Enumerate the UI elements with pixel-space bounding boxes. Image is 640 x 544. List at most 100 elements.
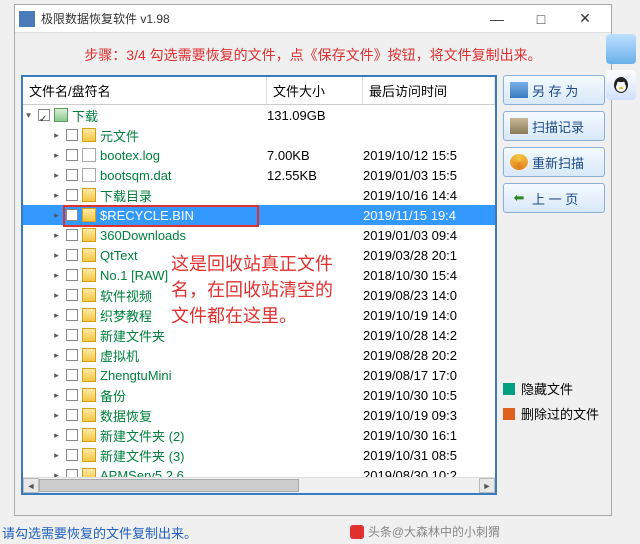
expand-icon[interactable]: ▸ (51, 330, 62, 341)
checkbox[interactable] (66, 329, 78, 341)
scroll-right-arrow[interactable]: ► (479, 478, 495, 493)
row-name: $RECYCLE.BIN (100, 208, 194, 223)
row-date: 2019/08/30 10:2 (363, 468, 495, 478)
tree-root-row[interactable]: ▾ 下载 131.09GB (23, 105, 495, 125)
expand-icon[interactable]: ▸ (51, 130, 62, 141)
tree-row[interactable]: ▸新建文件夹2019/10/28 14:2 (23, 325, 495, 345)
checkbox[interactable] (66, 149, 78, 161)
folder-icon (82, 268, 96, 282)
tree-row[interactable]: ▸软件视频2019/08/23 14:0 (23, 285, 495, 305)
checkbox[interactable] (66, 389, 78, 401)
row-size: 7.00KB (267, 148, 363, 163)
expand-icon[interactable]: ▸ (51, 430, 62, 441)
tree-row[interactable]: ▸下载目录2019/10/16 14:4 (23, 185, 495, 205)
row-name: APMServ5.2.6 (100, 468, 184, 478)
tree-row[interactable]: ▸bootsqm.dat12.55KB2019/01/03 15:5 (23, 165, 495, 185)
scroll-left-arrow[interactable]: ◄ (23, 478, 39, 493)
expand-icon[interactable]: ▸ (51, 290, 62, 301)
save-as-button[interactable]: 另 存 为 (503, 75, 605, 105)
tree-row[interactable]: ▸新建文件夹 (2)2019/10/30 16:1 (23, 425, 495, 445)
expand-icon[interactable]: ▸ (51, 170, 62, 181)
file-tree-panel: 文件名/盘符名 文件大小 最后访问时间 ▾ 下载 131.09GB (21, 75, 497, 495)
row-name: QtText (100, 248, 138, 263)
prev-page-button[interactable]: ⬅ 上 一 页 (503, 183, 605, 213)
tree-row[interactable]: ▸备份2019/10/30 10:5 (23, 385, 495, 405)
checkbox[interactable] (66, 269, 78, 281)
expand-icon[interactable]: ▸ (51, 450, 62, 461)
expand-icon[interactable]: ▸ (51, 410, 62, 421)
row-name: 数据恢复 (100, 406, 152, 425)
tree-row[interactable]: ▸ APMServ5.2.6 2019/08/30 10:2 (23, 465, 495, 477)
tree-row[interactable]: ▸ 新建文件夹 (3) 2019/10/31 08:5 (23, 445, 495, 465)
expand-icon[interactable]: ▸ (51, 190, 62, 201)
expand-icon[interactable]: ▸ (51, 390, 62, 401)
scan-log-button[interactable]: 扫描记录 (503, 111, 605, 141)
checkbox[interactable] (66, 369, 78, 381)
checkbox[interactable] (66, 189, 78, 201)
checkbox[interactable] (38, 109, 50, 121)
expand-icon[interactable]: ▸ (51, 150, 62, 161)
checkbox[interactable] (66, 429, 78, 441)
expand-icon[interactable]: ▸ (51, 250, 62, 261)
tree-row[interactable]: ▸数据恢复2019/10/19 09:3 (23, 405, 495, 425)
prev-page-label: 上 一 页 (532, 189, 578, 208)
col-size[interactable]: 文件大小 (267, 77, 363, 104)
maximize-button[interactable]: □ (519, 6, 563, 32)
root-size: 131.09GB (267, 108, 363, 123)
checkbox[interactable] (66, 309, 78, 321)
collapse-icon[interactable]: ▾ (23, 110, 34, 121)
folder-icon (82, 468, 96, 477)
file-icon (82, 148, 96, 162)
checkbox[interactable] (66, 469, 78, 477)
checkbox[interactable] (66, 209, 78, 221)
minimize-button[interactable]: — (475, 6, 519, 32)
float-qq-icon[interactable] (606, 70, 636, 100)
expand-icon[interactable]: ▸ (51, 230, 62, 241)
row-date: 2019/10/31 08:5 (363, 448, 495, 463)
tree-row[interactable]: ▸织梦教程2019/10/19 14:0 (23, 305, 495, 325)
titlebar: 极限数据恢复软件 v1.98 — □ ✕ (15, 5, 611, 33)
scan-log-label: 扫描记录 (532, 117, 584, 136)
row-date: 2019/08/28 20:2 (363, 348, 495, 363)
col-name[interactable]: 文件名/盘符名 (23, 77, 267, 104)
tree-row[interactable]: ▸ZhengtuMini2019/08/17 17:0 (23, 365, 495, 385)
checkbox[interactable] (66, 129, 78, 141)
tree-row[interactable]: ▸bootex.log7.00KB2019/10/12 15:5 (23, 145, 495, 165)
tree-row[interactable]: ▸360Downloads2019/01/03 09:4 (23, 225, 495, 245)
tree-row[interactable]: ▸元文件 (23, 125, 495, 145)
tree-row[interactable]: ▸QtText2019/03/28 20:1 (23, 245, 495, 265)
rescan-button[interactable]: 重新扫描 (503, 147, 605, 177)
checkbox[interactable] (66, 169, 78, 181)
instruction-text: 步骤：3/4 勾选需要恢复的文件，点《保存文件》按钮，将文件复制出来。 (21, 39, 605, 75)
expand-icon[interactable]: ▸ (51, 270, 62, 281)
tree-row[interactable]: ▸No.1 [RAW]2018/10/30 15:4 (23, 265, 495, 285)
checkbox[interactable] (66, 249, 78, 261)
checkbox[interactable] (66, 409, 78, 421)
horizontal-scrollbar[interactable]: ◄ ► (23, 477, 495, 493)
folder-icon (82, 308, 96, 322)
col-date[interactable]: 最后访问时间 (363, 77, 495, 104)
expand-icon[interactable]: ▸ (51, 370, 62, 381)
app-window: 极限数据恢复软件 v1.98 — □ ✕ 步骤：3/4 勾选需要恢复的文件，点《… (14, 4, 612, 516)
row-date: 2019/08/23 14:0 (363, 288, 495, 303)
checkbox[interactable] (66, 289, 78, 301)
row-name: 新建文件夹 (3) (100, 446, 185, 465)
expand-icon[interactable]: ▸ (51, 310, 62, 321)
checkbox[interactable] (66, 449, 78, 461)
file-icon (82, 168, 96, 182)
row-date: 2019/10/19 14:0 (363, 308, 495, 323)
expand-icon[interactable]: ▸ (51, 210, 62, 221)
folder-icon (82, 248, 96, 262)
checkbox[interactable] (66, 229, 78, 241)
expand-icon[interactable]: ▸ (51, 470, 62, 478)
checkbox[interactable] (66, 349, 78, 361)
row-name: 虚拟机 (100, 346, 139, 365)
tree-row[interactable]: ▸$RECYCLE.BIN2019/11/15 19:4 (23, 205, 495, 225)
scroll-thumb[interactable] (39, 479, 299, 492)
folder-icon (82, 388, 96, 402)
close-button[interactable]: ✕ (563, 6, 607, 32)
tree-body[interactable]: ▾ 下载 131.09GB ▸元文件▸bootex.log7.00KB2019/… (23, 105, 495, 477)
expand-icon[interactable]: ▸ (51, 350, 62, 361)
float-icon-1[interactable] (606, 34, 636, 64)
tree-row[interactable]: ▸ 虚拟机 2019/08/28 20:2 (23, 345, 495, 365)
